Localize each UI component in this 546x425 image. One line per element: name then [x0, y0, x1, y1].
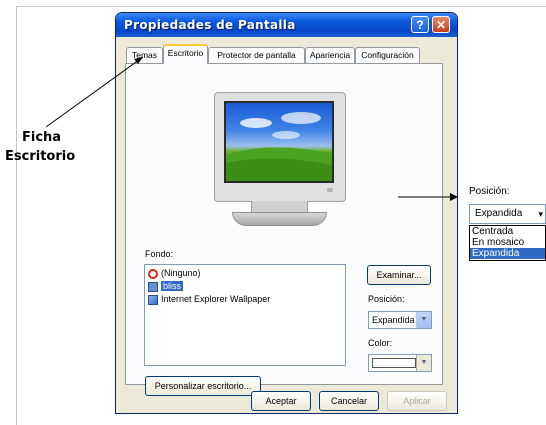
tab-escritorio[interactable]: Escritorio — [163, 44, 208, 64]
callout-option-centrada[interactable]: Centrada — [470, 226, 545, 237]
annotation-arrows — [45, 56, 458, 201]
callout-option-en-mosaico[interactable]: En mosaico — [470, 237, 545, 248]
chevron-down-icon[interactable]: ▾ — [538, 205, 543, 223]
pointer-arrow-line-to-tab — [45, 56, 144, 128]
pointer-arrowhead-to-callout — [450, 193, 458, 201]
callout-option-expandida[interactable]: Expandida — [470, 248, 545, 259]
callout-posicion-value: Expandida — [475, 208, 523, 219]
callout-options-list[interactable]: Centrada En mosaico Expandida — [469, 225, 546, 261]
callout-posicion-label: Posición: — [469, 186, 510, 197]
callout-posicion-select[interactable]: Expandida ▾ — [469, 204, 546, 224]
